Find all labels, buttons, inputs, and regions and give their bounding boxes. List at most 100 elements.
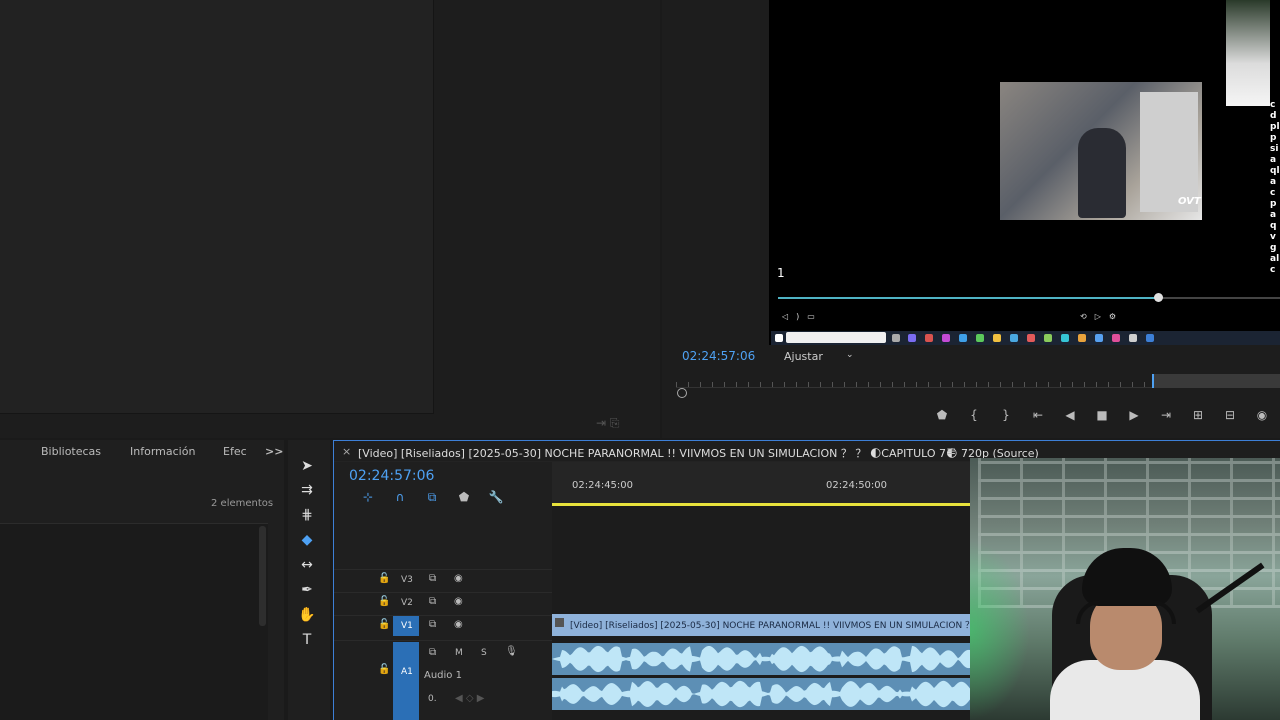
taskbar-app-icon <box>1061 334 1069 342</box>
timeline-timecode[interactable]: 02:24:57:06 <box>349 468 434 484</box>
project-item-list[interactable] <box>0 523 268 720</box>
program-transport-controls: ⬟ { } ⇤ ◀ ■ ▶ ⇥ ⊞ ⊟ ◉ <box>926 408 1278 426</box>
source-monitor-view <box>0 0 434 414</box>
sequence-tab-title[interactable]: [Video] [Riseliados] [2025-05-30] NOCHE … <box>358 445 1039 461</box>
step-forward-icon[interactable]: ▶ <box>1118 408 1150 426</box>
embedded-player-progress <box>778 297 1158 299</box>
webcam-overlay-top <box>1226 0 1270 106</box>
taskbar-app-icon <box>1078 334 1086 342</box>
source-patch-a1[interactable] <box>393 642 419 720</box>
nest-icon[interactable]: ⊹ <box>352 490 384 505</box>
razor-tool-icon[interactable]: ◆ <box>296 530 318 550</box>
windows-start-icon <box>775 334 783 342</box>
eye-icon[interactable]: ◉ <box>454 596 463 607</box>
program-playhead[interactable] <box>677 388 687 398</box>
add-marker-icon[interactable]: ⬟ <box>448 490 480 505</box>
linked-selection-icon[interactable]: ⧉ <box>416 490 448 505</box>
solo-button[interactable]: S <box>481 648 487 658</box>
sync-lock-icon[interactable]: ⧉ <box>429 573 436 584</box>
selection-tool-icon[interactable]: ➤ <box>296 456 318 476</box>
headphones <box>1076 600 1176 624</box>
step-back-icon[interactable]: ◀ <box>1054 408 1086 426</box>
hand-tool-icon[interactable]: ✋ <box>296 605 318 625</box>
embedded-player-number: 1 <box>777 266 785 280</box>
slip-tool-icon[interactable]: ↔ <box>296 555 318 575</box>
embedded-player-knob <box>1154 293 1163 302</box>
program-timecode[interactable]: 02:24:57:06 <box>682 349 755 363</box>
mark-out-icon[interactable]: } <box>990 408 1022 426</box>
eye-icon[interactable]: ◉ <box>454 619 463 630</box>
eye-icon[interactable]: ◉ <box>454 573 463 584</box>
embedded-player-controls-right-icon: ⟲▷⚙ <box>1080 312 1125 321</box>
mark-in-icon[interactable]: { <box>958 408 990 426</box>
sync-lock-icon[interactable]: ⧉ <box>429 619 436 630</box>
track-header-v1 <box>334 615 552 637</box>
embedded-player-progress-rest <box>1158 297 1280 299</box>
track-label-v1[interactable]: V1 <box>401 621 413 631</box>
stop-icon[interactable]: ■ <box>1086 408 1118 426</box>
lift-icon[interactable]: ⊞ <box>1182 408 1214 426</box>
cctv-person-shape <box>1078 128 1126 218</box>
close-icon[interactable]: × <box>342 445 351 458</box>
source-monitor-export-icons[interactable]: ⇥ ⎘ <box>596 416 619 431</box>
chevron-down-icon[interactable]: ⌄ <box>846 350 854 360</box>
track-label-v3[interactable]: V3 <box>401 575 413 585</box>
more-tabs-icon[interactable]: >> <box>265 445 283 458</box>
track-label-v2[interactable]: V2 <box>401 598 413 608</box>
audio-clip-channel-2[interactable] <box>552 678 970 710</box>
snap-icon[interactable]: ∩ <box>384 490 416 505</box>
keyframe-nav-icon[interactable]: ◀ ◇ ▶ <box>455 693 484 704</box>
add-marker-icon[interactable]: ⬟ <box>926 408 958 426</box>
audio-clip-channel-1[interactable] <box>552 643 970 675</box>
taskbar-app-icon <box>1129 334 1137 342</box>
audio-waveform <box>552 643 970 675</box>
taskbar-app-icon <box>1095 334 1103 342</box>
lock-icon[interactable]: 🔓 <box>378 596 390 607</box>
tab-informacion[interactable]: Información <box>130 445 195 458</box>
project-scrollbar[interactable] <box>259 526 266 626</box>
wrench-icon[interactable]: 🔧 <box>480 490 512 505</box>
pen-tool-icon[interactable]: ✒ <box>296 580 318 600</box>
taskbar-app-icon <box>959 334 967 342</box>
fit-select[interactable]: Ajustar <box>784 350 823 363</box>
export-frame-icon[interactable]: ◉ <box>1246 408 1278 426</box>
cctv-door-shape <box>1140 92 1198 212</box>
taskbar-app-icon <box>976 334 984 342</box>
track-name-audio-1: Audio 1 <box>424 670 462 681</box>
track-label-a1[interactable]: A1 <box>401 667 413 677</box>
taskbar-app-icon <box>1044 334 1052 342</box>
extract-icon[interactable]: ⊟ <box>1214 408 1246 426</box>
track-header-v2 <box>334 592 552 614</box>
embedded-player-controls-left-icon: ◁)▭ <box>782 312 823 321</box>
fx-badge-icon <box>555 618 564 627</box>
taskbar-app-icon <box>1027 334 1035 342</box>
taskbar-app-icon <box>925 334 933 342</box>
program-zoom-range[interactable] <box>1152 374 1280 388</box>
type-tool-icon[interactable]: T <box>296 630 318 650</box>
lock-icon[interactable]: 🔓 <box>378 664 390 675</box>
lock-icon[interactable]: 🔓 <box>378 573 390 584</box>
tab-bibliotecas[interactable]: Bibliotecas <box>41 445 101 458</box>
taskbar-app-icon <box>993 334 1001 342</box>
track-volume-value[interactable]: 0. <box>428 694 437 704</box>
track-select-tool-icon[interactable]: ⇉ <box>296 480 318 500</box>
track-header-v3 <box>334 569 552 591</box>
lock-icon[interactable]: 🔓 <box>378 619 390 630</box>
embedded-taskbar-search <box>786 332 886 343</box>
taskbar-app-icon <box>1112 334 1120 342</box>
audio-waveform <box>552 678 970 710</box>
sync-lock-icon[interactable]: ⧉ <box>429 596 436 607</box>
mute-button[interactable]: M <box>455 648 463 658</box>
go-to-in-icon[interactable]: ⇤ <box>1022 408 1054 426</box>
sync-lock-icon[interactable]: ⧉ <box>429 647 436 658</box>
panel-menu-icon[interactable]: ≡ <box>946 444 956 458</box>
taskbar-app-icon <box>908 334 916 342</box>
cctv-logo: OVT <box>1178 196 1201 207</box>
microphone-icon[interactable]: 🎙 <box>505 646 518 657</box>
taskbar-app-icon <box>1010 334 1018 342</box>
taskbar-app-icon <box>942 334 950 342</box>
chat-overlay-strip: cdplpsiaqlacpaqvgalc <box>1270 100 1280 275</box>
tab-efectos[interactable]: Efec <box>223 445 247 458</box>
go-to-out-icon[interactable]: ⇥ <box>1150 408 1182 426</box>
ripple-edit-tool-icon[interactable]: ⋕ <box>296 505 318 525</box>
